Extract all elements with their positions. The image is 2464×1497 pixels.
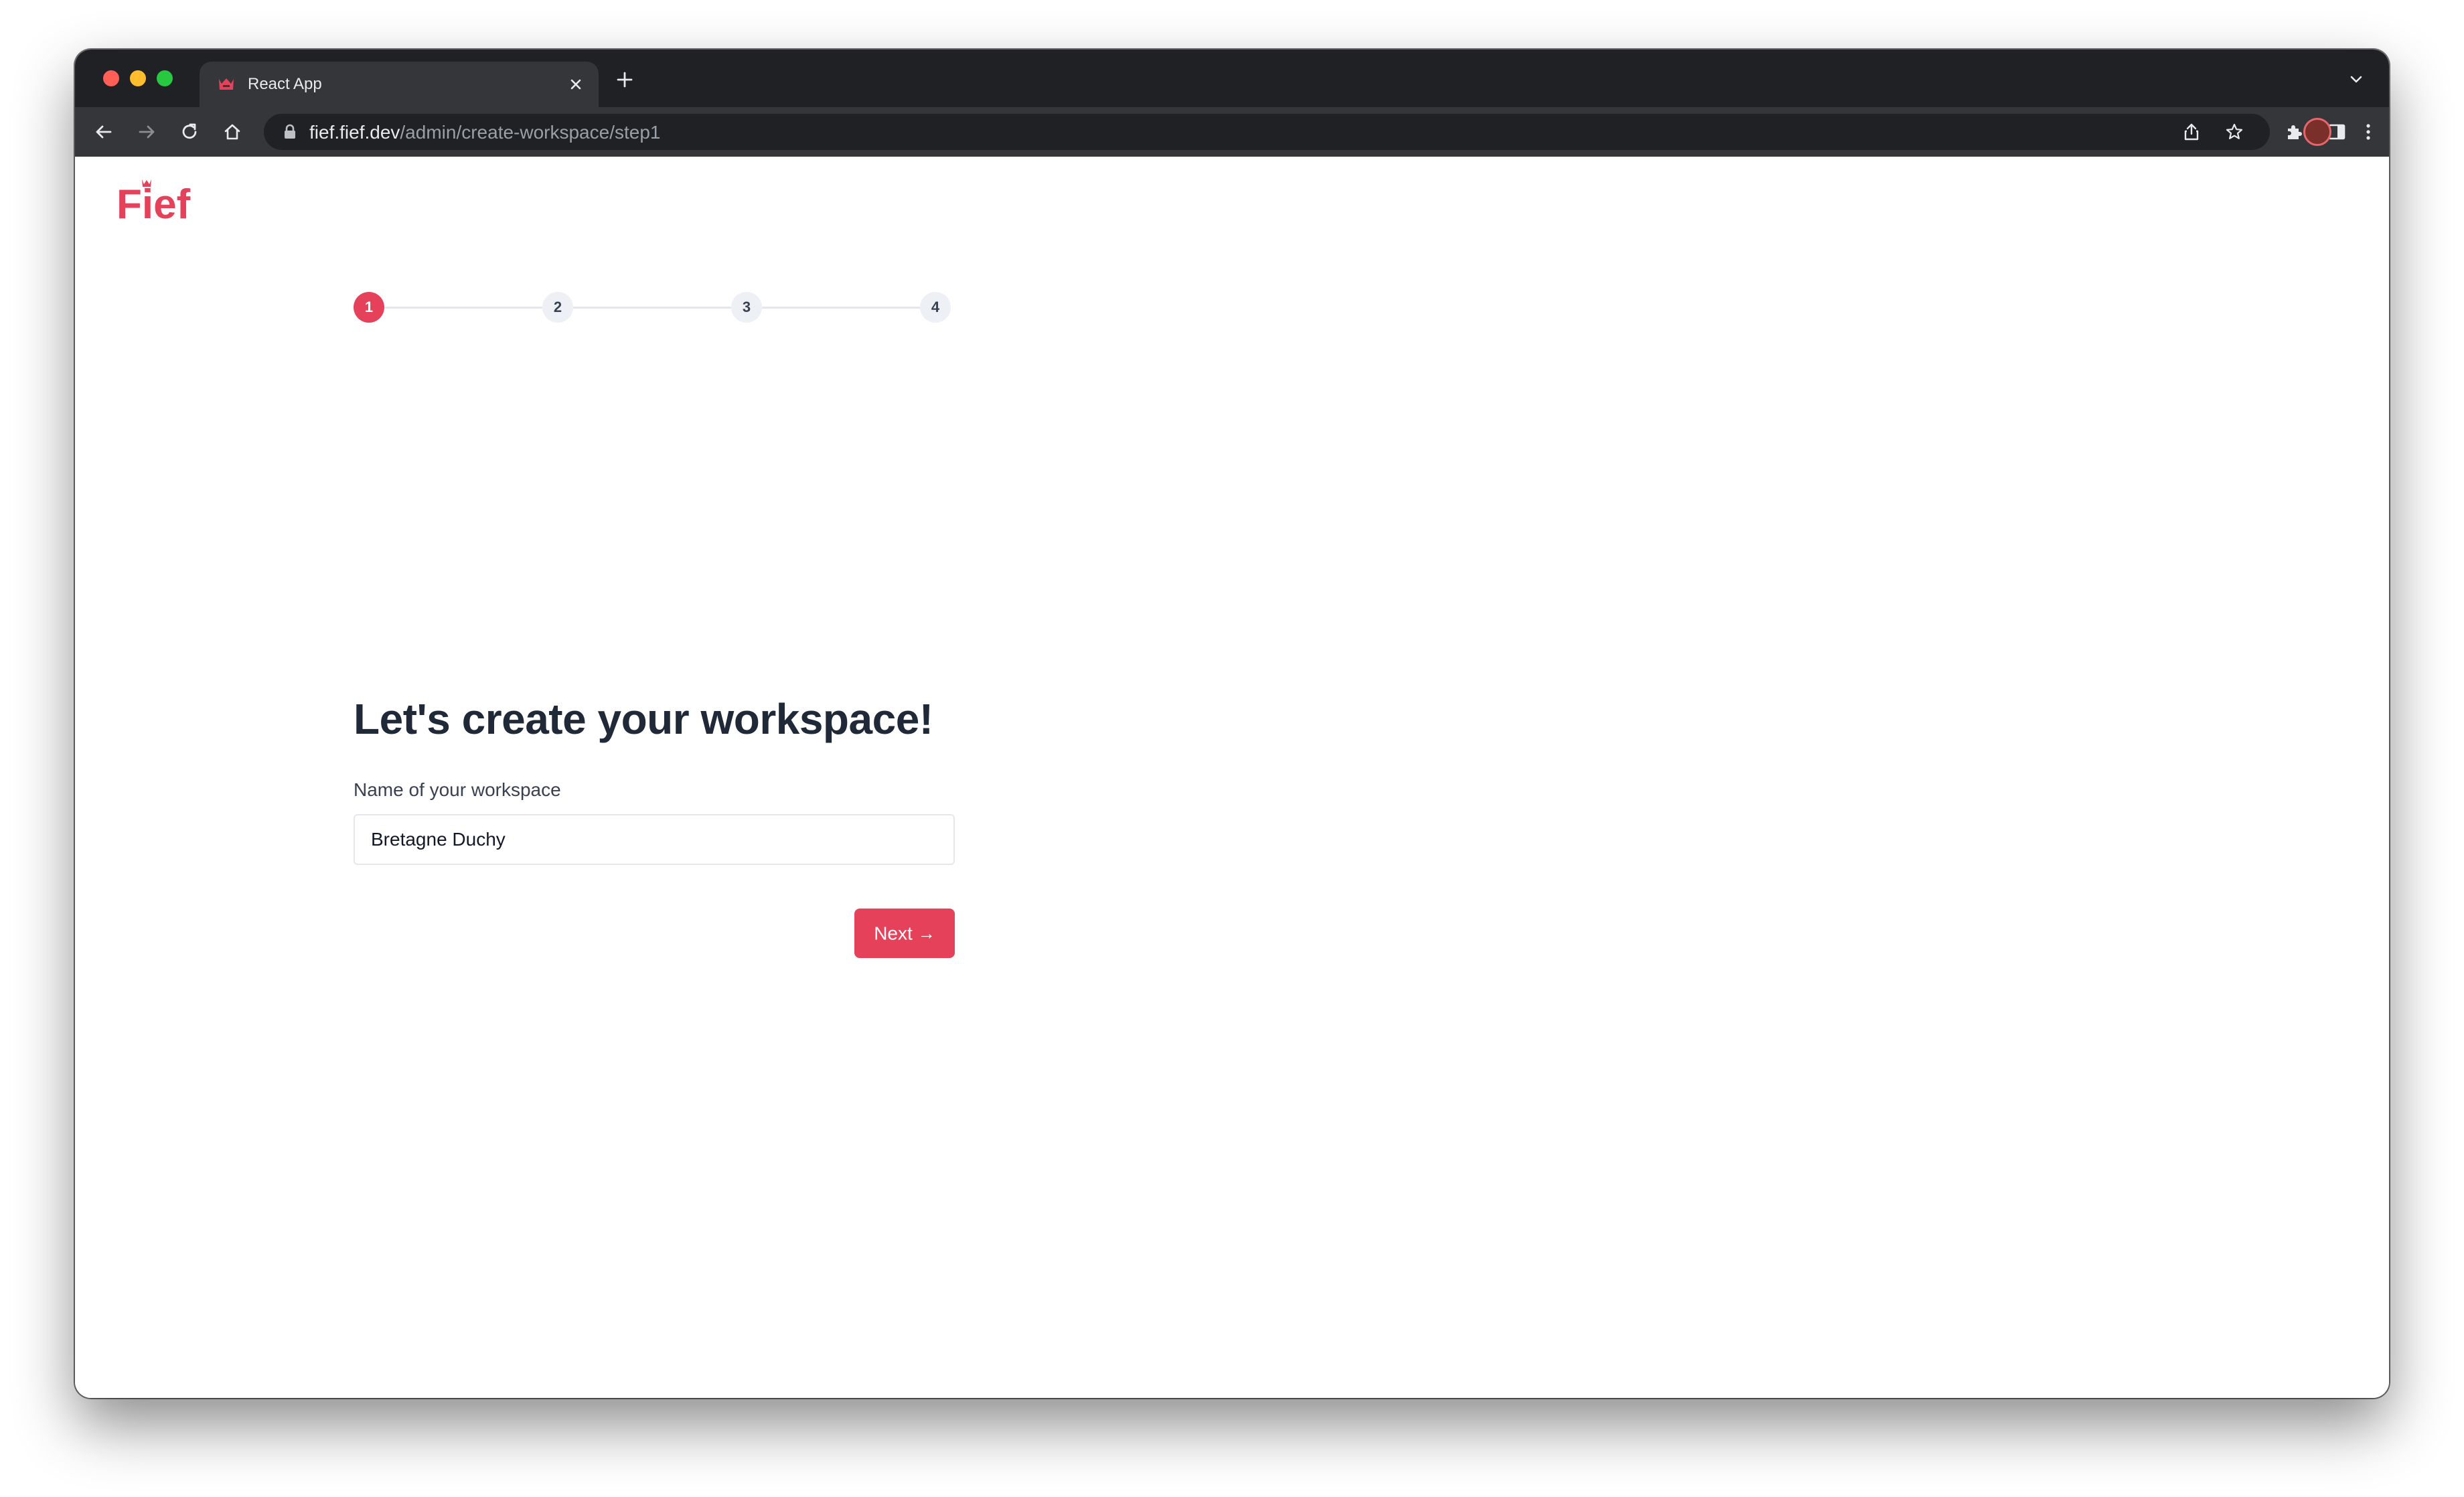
puzzle-icon[interactable] (2284, 122, 2304, 142)
reload-icon[interactable] (179, 122, 200, 142)
step-connector (762, 307, 920, 309)
workspace-name-label: Name of your workspace (354, 779, 561, 800)
browser-tab[interactable]: React App (200, 62, 599, 107)
fief-crown-icon (219, 78, 234, 90)
step-1: 1 (354, 292, 384, 323)
kebab-menu-icon[interactable] (2360, 122, 2376, 142)
tab-strip: React App (75, 50, 2389, 107)
next-button-label: Next (874, 923, 913, 944)
page-content: Fief 1 2 3 4 Let's create your workspace… (75, 157, 2389, 1398)
step-2: 2 (542, 292, 573, 323)
minimize-window-button[interactable] (130, 70, 146, 86)
browser-window: React App fief.fief.dev/admin/create-wor… (75, 50, 2389, 1398)
lock-icon[interactable] (283, 124, 297, 140)
step-connector (573, 307, 731, 309)
forward-arrow-icon[interactable] (137, 122, 157, 142)
next-button[interactable]: Next → (854, 909, 955, 958)
progress-stepper: 1 2 3 4 (354, 291, 963, 324)
fief-logo[interactable]: Fief (117, 178, 198, 222)
step-connector (384, 307, 542, 309)
browser-toolbar: fief.fief.dev/admin/create-workspace/ste… (75, 107, 2389, 157)
workspace-name-input[interactable] (354, 814, 955, 865)
step-3: 3 (731, 292, 762, 323)
plus-icon[interactable] (615, 70, 635, 90)
page-title: Let's create your workspace! (354, 695, 933, 743)
avatar[interactable] (2303, 118, 2331, 146)
url-text: fief.fief.dev/admin/create-workspace/ste… (309, 122, 660, 143)
maximize-window-button[interactable] (157, 70, 173, 86)
close-icon[interactable] (566, 75, 585, 94)
back-arrow-icon[interactable] (94, 122, 114, 142)
step-4: 4 (920, 292, 951, 323)
close-window-button[interactable] (103, 70, 119, 86)
share-icon[interactable] (2181, 122, 2202, 142)
url-path: /admin/create-workspace/step1 (400, 122, 661, 143)
address-bar[interactable]: fief.fief.dev/admin/create-workspace/ste… (264, 114, 2270, 150)
url-host: fief.fief.dev (309, 122, 400, 143)
logo-text: Fief (117, 181, 191, 222)
home-icon[interactable] (222, 122, 242, 142)
arrow-right-icon: → (917, 923, 935, 944)
chevron-down-icon[interactable] (2347, 71, 2365, 88)
tab-title: React App (248, 75, 322, 93)
star-icon[interactable] (2224, 122, 2244, 142)
